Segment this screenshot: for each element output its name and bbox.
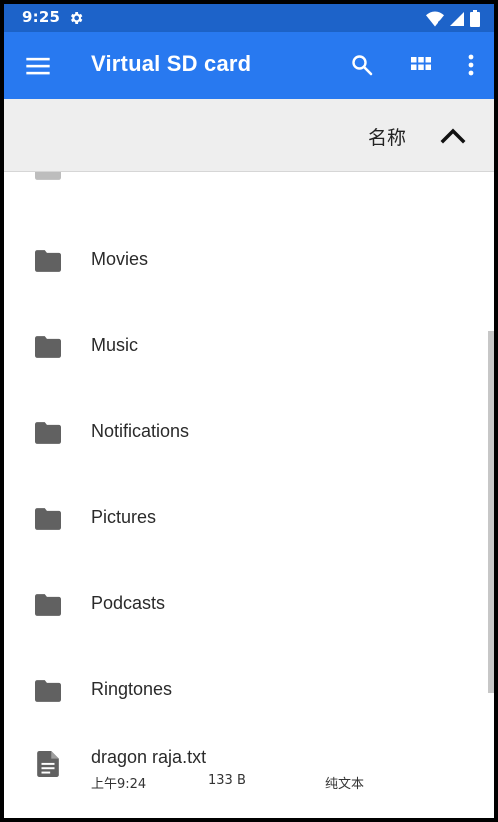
chevron-up-icon[interactable] [438,121,468,151]
status-icons [426,10,480,27]
list-item[interactable]: Podcasts [4,560,494,646]
list-item[interactable]: Notifications [4,388,494,474]
wifi-icon [426,11,444,26]
search-icon [352,55,373,76]
search-button[interactable] [347,50,377,80]
battery-icon [470,10,480,27]
app-window: 9:25 Virtual SD card 名称 Movies Music Not… [4,4,494,818]
folder-icon [35,508,61,530]
file-modified-time: 上午9:24 [91,777,147,792]
status-time: 9:25 [22,8,61,26]
file-type: 纯文本 [325,777,365,792]
folder-icon [35,680,61,702]
grid-view-icon [411,57,431,70]
gear-icon [71,12,83,24]
text-file-icon [37,751,59,777]
sort-bar: 名称 [4,99,494,172]
page-title: Virtual SD card [91,51,252,76]
list-item[interactable]: Music [4,302,494,388]
status-bar: 9:25 [4,4,494,32]
more-options-button[interactable] [456,50,486,80]
folder-name: Ringtones [91,679,173,699]
more-vert-icon [468,54,474,76]
file-size: 133 B [208,773,246,788]
sort-label[interactable]: 名称 [368,123,406,150]
app-bar: Virtual SD card [4,32,494,99]
folder-icon [35,594,61,616]
file-list: Movies Music Notifications Pictures Podc [4,172,494,818]
grid-view-button[interactable] [406,50,436,80]
folder-icon [35,336,61,358]
folder-name: Pictures [91,507,157,527]
menu-icon[interactable] [24,52,52,80]
folder-name: Music [91,335,139,355]
folder-icon [35,250,61,272]
list-item[interactable]: Pictures [4,474,494,560]
list-item[interactable]: Movies [4,216,494,302]
folder-icon [35,422,61,444]
file-name[interactable]: dragon raja.txt [91,747,206,768]
list-item[interactable]: Ringtones [4,646,494,732]
folder-name: Podcasts [91,593,166,613]
signal-icon [450,11,464,26]
scrollbar[interactable] [488,331,494,693]
folder-name: Movies [91,249,149,269]
folder-icon [35,172,61,180]
folder-name: Notifications [91,421,190,441]
